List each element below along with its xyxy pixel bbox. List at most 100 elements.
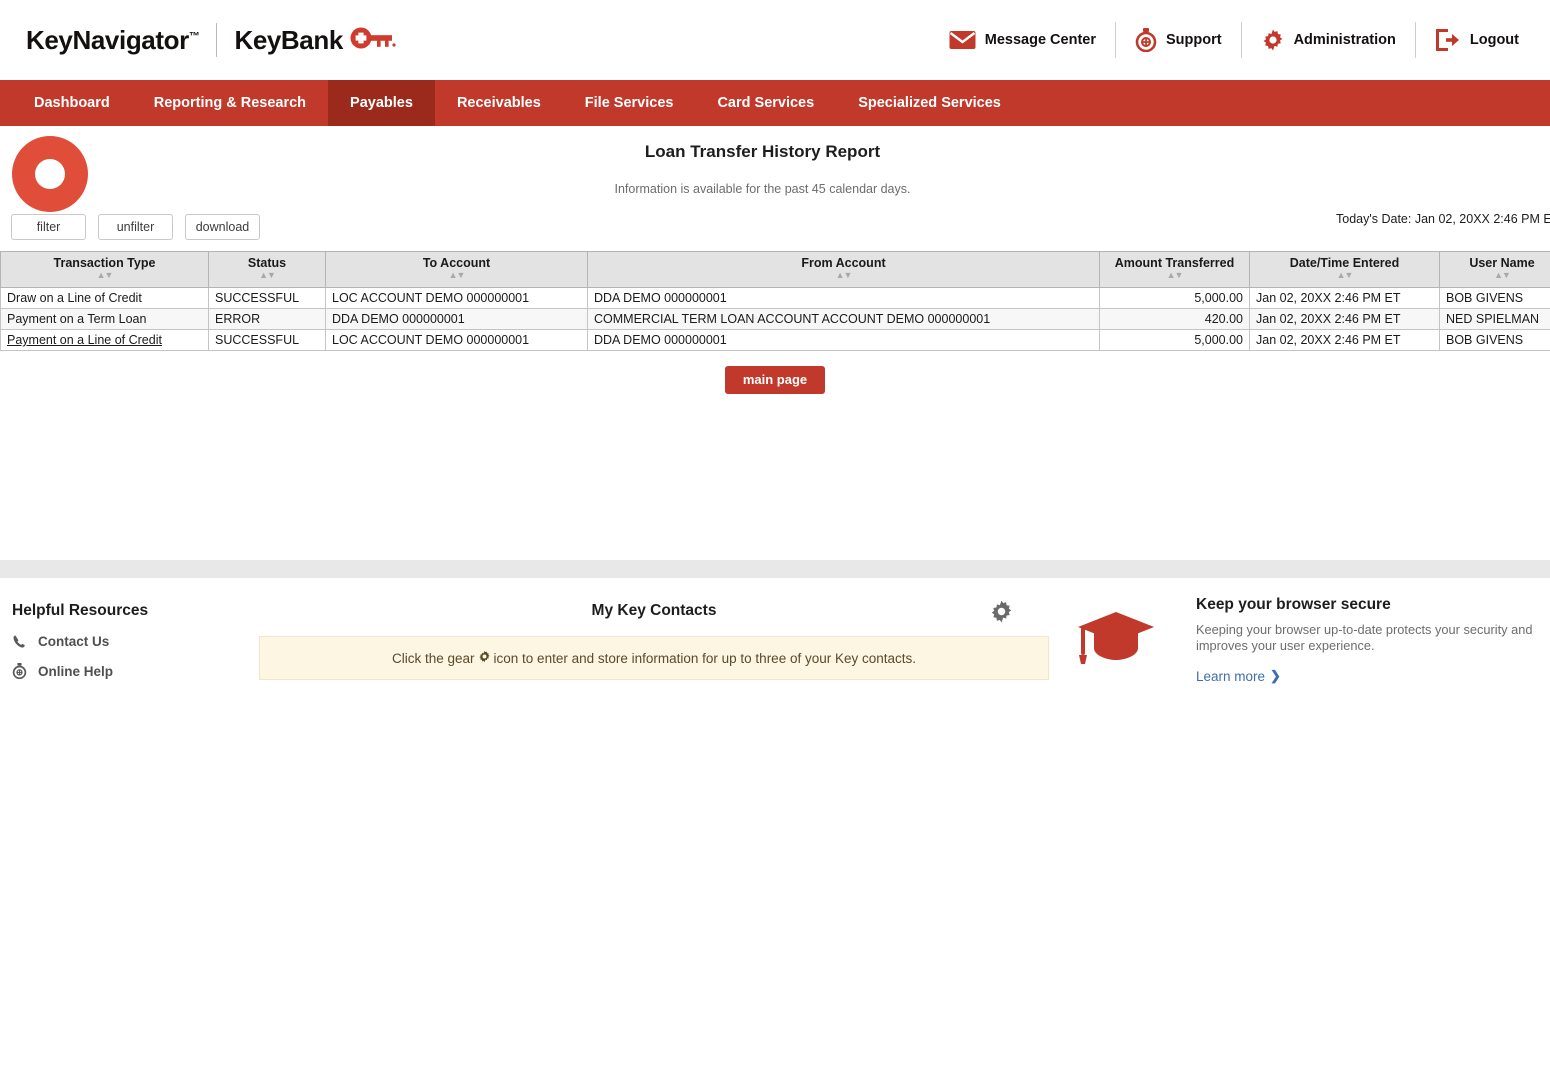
cell-transaction-type[interactable]: Draw on a Line of Credit (1, 288, 209, 309)
administration-link[interactable]: Administration (1242, 28, 1415, 52)
cell-datetime: Jan 02, 20XX 2:46 PM ET (1250, 288, 1440, 309)
contact-us-link[interactable]: Contact Us (12, 634, 252, 649)
cell-datetime: Jan 02, 20XX 2:46 PM ET (1250, 309, 1440, 330)
sort-arrows-icon[interactable]: ▲▼ (330, 271, 583, 280)
loading-spinner-icon (12, 136, 88, 212)
table-row[interactable]: Payment on a Term Loan ERROR DDA DEMO 00… (1, 309, 1550, 330)
online-help-label: Online Help (38, 664, 113, 679)
administration-label: Administration (1294, 32, 1396, 48)
column-header-status[interactable]: Status ▲▼ (209, 252, 326, 288)
nav-label: Reporting & Research (154, 95, 306, 111)
page-subtitle: Information is available for the past 45… (0, 182, 1550, 196)
page-title: Loan Transfer History Report (0, 142, 1550, 162)
sort-arrows-icon[interactable]: ▲▼ (1254, 271, 1435, 280)
column-label: From Account (801, 256, 885, 270)
key-contacts-gear-icon[interactable] (989, 599, 1014, 629)
cell-status: SUCCESSFUL (209, 330, 326, 351)
browser-secure-title: Keep your browser secure (1196, 596, 1546, 614)
inline-gear-icon (478, 650, 491, 666)
notice-text-before: Click the gear (392, 651, 475, 666)
table-header-row: Transaction Type ▲▼ Status ▲▼ To Account… (1, 252, 1550, 288)
cell-from-account: DDA DEMO 000000001 (588, 288, 1100, 309)
notice-text-after: icon to enter and store information for … (494, 651, 916, 666)
key-icon (350, 26, 396, 55)
nav-label: File Services (585, 95, 674, 111)
report-table-wrapper: Transaction Type ▲▼ Status ▲▼ To Account… (0, 251, 1550, 351)
nav-label: Receivables (457, 95, 541, 111)
column-header-from-account[interactable]: From Account ▲▼ (588, 252, 1100, 288)
browser-secure-text: Keep your browser secure Keeping your br… (1162, 596, 1546, 686)
nav-item-receivables[interactable]: Receivables (435, 80, 563, 126)
cell-status: ERROR (209, 309, 326, 330)
sort-arrows-icon[interactable]: ▲▼ (213, 271, 321, 280)
chevron-right-icon: ❯ (1270, 668, 1281, 684)
nav-item-card-services[interactable]: Card Services (695, 80, 836, 126)
column-header-transaction-type[interactable]: Transaction Type ▲▼ (1, 252, 209, 288)
cell-from-account: COMMERCIAL TERM LOAN ACCOUNT ACCOUNT DEM… (588, 309, 1100, 330)
column-label: User Name (1469, 256, 1534, 270)
nav-item-file-services[interactable]: File Services (563, 80, 696, 126)
message-center-label: Message Center (985, 32, 1096, 48)
contact-us-label: Contact Us (38, 634, 109, 649)
my-key-contacts-title: My Key Contacts (259, 602, 1049, 620)
main-navigation: Dashboard Reporting & Research Payables … (0, 80, 1550, 126)
my-key-contacts-section: My Key Contacts Click the gear icon to e… (259, 602, 1049, 680)
column-header-to-account[interactable]: To Account ▲▼ (326, 252, 588, 288)
filter-button[interactable]: filter (11, 214, 86, 240)
nav-item-payables[interactable]: Payables (328, 80, 435, 126)
table-row[interactable]: Payment on a Line of Credit SUCCESSFUL L… (1, 330, 1550, 351)
main-page-button[interactable]: main page (725, 366, 825, 394)
sort-arrows-icon[interactable]: ▲▼ (1444, 271, 1550, 280)
todays-date: Today's Date: Jan 02, 20XX 2:46 PM EST (1336, 212, 1550, 226)
logout-label: Logout (1470, 32, 1519, 48)
cell-transaction-type[interactable]: Payment on a Term Loan (1, 309, 209, 330)
nav-label: Card Services (717, 95, 814, 111)
sort-arrows-icon[interactable]: ▲▼ (1104, 271, 1245, 280)
brand-divider (216, 23, 217, 57)
column-header-datetime-entered[interactable]: Date/Time Entered ▲▼ (1250, 252, 1440, 288)
cell-datetime: Jan 02, 20XX 2:46 PM ET (1250, 330, 1440, 351)
top-utility-links: Message Center Support (930, 22, 1538, 58)
learn-more-link[interactable]: Learn more ❯ (1196, 668, 1281, 684)
report-header: Loan Transfer History Report Information… (0, 126, 1550, 196)
footer-separator-band (0, 560, 1550, 578)
cell-user-name: BOB GIVENS (1440, 288, 1550, 309)
envelope-icon (949, 30, 976, 50)
key-contacts-notice: Click the gear icon to enter and store i… (259, 636, 1049, 680)
logout-link[interactable]: Logout (1416, 29, 1538, 51)
cell-to-account: DDA DEMO 000000001 (326, 309, 588, 330)
table-row[interactable]: Draw on a Line of Credit SUCCESSFUL LOC … (1, 288, 1550, 309)
cell-amount: 420.00 (1100, 309, 1250, 330)
gear-icon (1261, 28, 1285, 52)
column-header-amount-transferred[interactable]: Amount Transferred ▲▼ (1100, 252, 1250, 288)
cell-from-account: DDA DEMO 000000001 (588, 330, 1100, 351)
brand-logo[interactable]: KeyNavigator™ KeyBank (26, 23, 396, 57)
cell-user-name: NED SPIELMAN (1440, 309, 1550, 330)
nav-item-specialized-services[interactable]: Specialized Services (836, 80, 1023, 126)
nav-item-reporting-research[interactable]: Reporting & Research (132, 80, 328, 126)
logout-icon (1435, 29, 1461, 51)
browser-secure-body: Keeping your browser up-to-date protects… (1196, 622, 1546, 654)
sort-arrows-icon[interactable]: ▲▼ (592, 271, 1095, 280)
helpful-resources-section: Helpful Resources Contact Us Online Help (12, 602, 252, 679)
transaction-type-link[interactable]: Payment on a Line of Credit (7, 333, 162, 347)
support-link[interactable]: Support (1116, 28, 1241, 52)
main-content: Loan Transfer History Report Information… (0, 126, 1550, 560)
graduation-cap-icon (1076, 596, 1162, 686)
life-ring-icon (12, 663, 32, 679)
message-center-link[interactable]: Message Center (930, 30, 1115, 50)
nav-item-dashboard[interactable]: Dashboard (12, 80, 132, 126)
unfilter-button[interactable]: unfilter (98, 214, 173, 240)
cell-to-account: LOC ACCOUNT DEMO 000000001 (326, 330, 588, 351)
cell-amount: 5,000.00 (1100, 330, 1250, 351)
download-button[interactable]: download (185, 214, 260, 240)
cell-amount: 5,000.00 (1100, 288, 1250, 309)
column-header-user-name[interactable]: User Name ▲▼ (1440, 252, 1550, 288)
sort-arrows-icon[interactable]: ▲▼ (5, 271, 204, 280)
browser-secure-section: Keep your browser secure Keeping your br… (1076, 596, 1546, 686)
cell-user-name: BOB GIVENS (1440, 330, 1550, 351)
learn-more-label: Learn more (1196, 669, 1265, 684)
online-help-link[interactable]: Online Help (12, 663, 252, 679)
cell-transaction-type[interactable]: Payment on a Line of Credit (1, 330, 209, 351)
column-label: Amount Transferred (1115, 256, 1234, 270)
